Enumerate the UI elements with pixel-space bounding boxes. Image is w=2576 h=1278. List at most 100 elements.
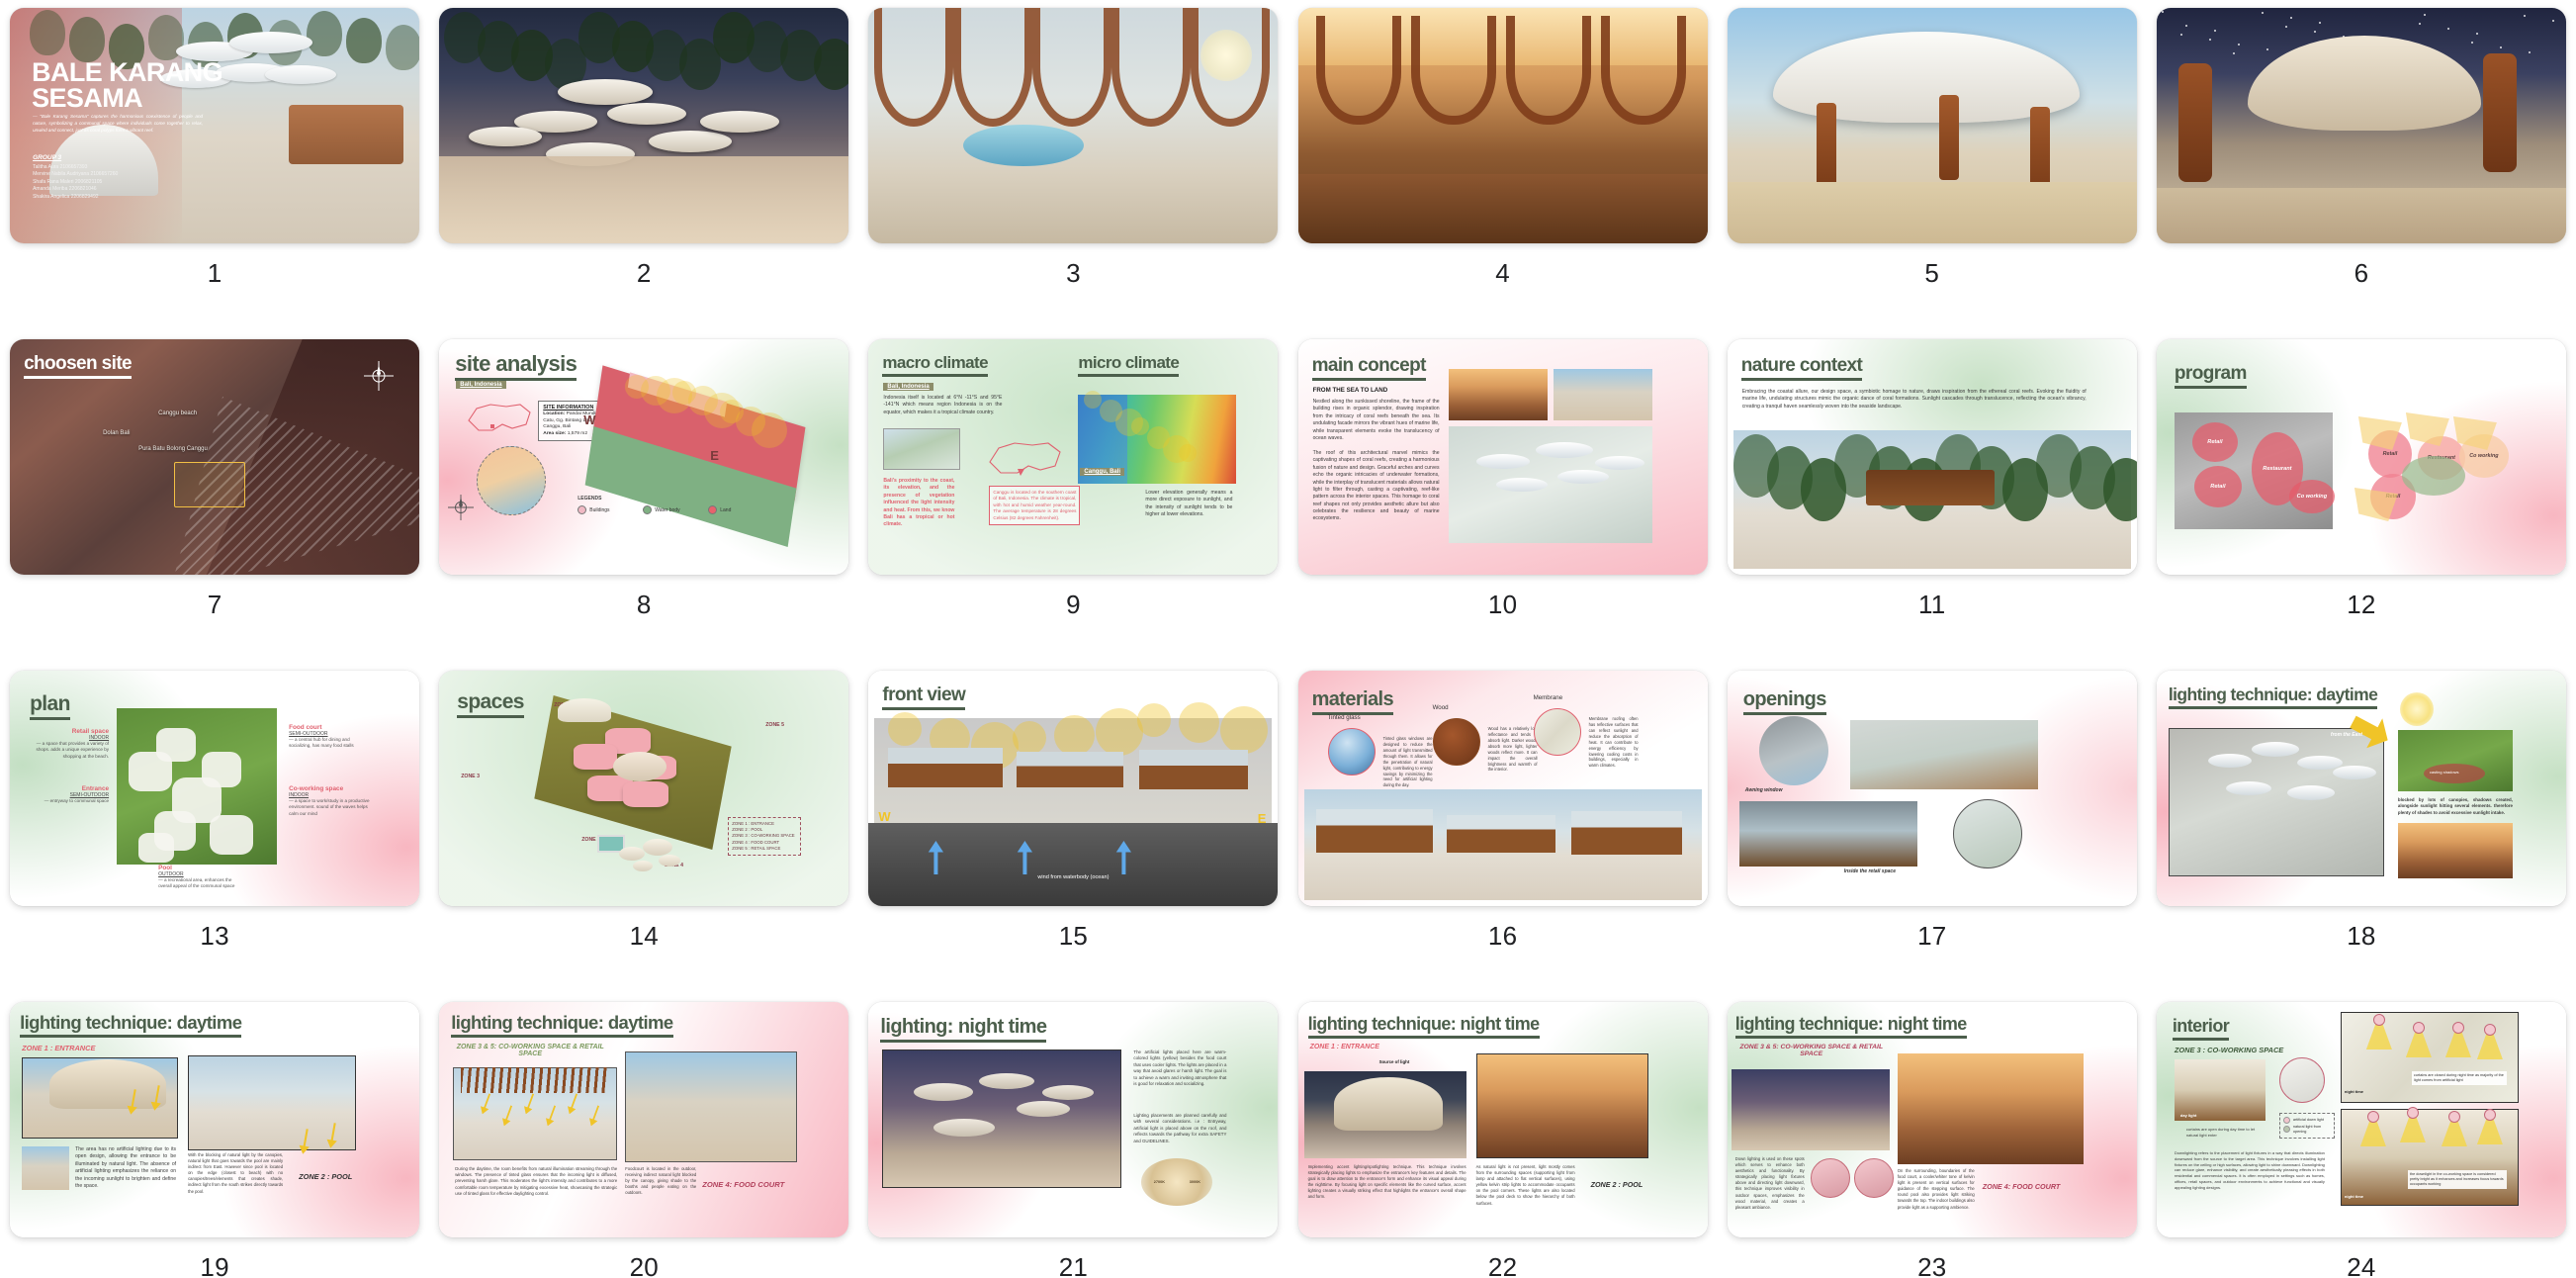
slide-thumbnail-1[interactable]: BALE KARANG SESAMA — "Bale Karang Sesama" … <box>10 8 420 243</box>
slide-thumbnail-7[interactable]: choosen site Canggu beach Dolan Bali Pura B… <box>10 339 420 575</box>
slide-thumbnail-8[interactable]: site analysis Bali, Indonesia SITE INFORMA… <box>439 339 849 575</box>
canopy-ribs <box>461 1067 610 1093</box>
member-name: Shafa Rana Maleri 2006821105 <box>33 178 103 185</box>
slide-thumbnail-5[interactable] <box>1727 8 2137 243</box>
slide-cell-15: front view W Ewind from waterbody (ocean) 1… <box>858 671 1288 1002</box>
slide-thumb-surface[interactable]: interior ZONE 3 : CO-WORKING SPACE day lig… <box>2156 1002 2566 1237</box>
slide-thumb-surface[interactable]: choosen site Canggu beach Dolan Bali Pura B… <box>10 339 420 575</box>
slide-thumb-surface[interactable] <box>868 8 1279 243</box>
slide-content: interior ZONE 3 : CO-WORKING SPACE day lig… <box>2156 1002 2566 1237</box>
slide-title: plan <box>30 692 70 720</box>
roof-disc <box>2286 785 2335 800</box>
climate-note-box: Canggu is located on the southern coast … <box>989 486 1081 526</box>
interior-legend-swatch <box>2282 1126 2290 1134</box>
star <box>2551 20 2554 22</box>
roof-disc <box>229 32 313 53</box>
slide-thumbnail-19[interactable]: lighting technique: daytime ZONE 1 : ENTR… <box>10 1002 420 1237</box>
slide-thumbnail-16[interactable]: materials Tinted glass Tinted glass window… <box>1297 671 1708 906</box>
slide-thumbnail-6[interactable] <box>2156 8 2566 243</box>
interior-detail-circle <box>2278 1057 2325 1103</box>
deck <box>1297 174 1708 243</box>
slide-thumb-surface[interactable]: front view W Ewind from waterbody (ocean) <box>868 671 1279 906</box>
program-bubble: Co working <box>2288 480 2335 513</box>
lightday3-para-1: During the daytime, the room benefits fr… <box>455 1166 618 1196</box>
site-boundary <box>174 462 246 507</box>
roof-disc <box>558 79 654 105</box>
slide-cell-13: plan Retail space INDOOR — a space that pro… <box>0 671 429 1002</box>
slide-thumb-surface[interactable]: program Retail Retail Restaurant Co working R… <box>2156 339 2566 575</box>
slide-thumb-surface[interactable]: plan Retail space INDOOR — a space that pro… <box>10 671 420 906</box>
slide-thumbnail-24[interactable]: interior ZONE 3 : CO-WORKING SPACE day lig… <box>2156 1002 2566 1237</box>
zone-35-head: ZONE 3 & 5: CO-WORKING SPACE & RETAIL SP… <box>1739 1044 1884 1057</box>
slide-thumbnail-17[interactable]: openings Awning window Inside the retail s… <box>1727 671 2137 906</box>
slide-thumb-surface[interactable]: macro climate micro climate Bali, Indonesi… <box>868 339 1279 575</box>
frontview-building <box>1017 752 1124 787</box>
slide-thumbnail-18[interactable]: lighting technique: daytime from the East… <box>2156 671 2566 906</box>
roof-disc <box>2207 754 2252 768</box>
slide-thumbnail-11[interactable]: nature context Embracing the coastal allu… <box>1727 339 2137 575</box>
slide-thumbnail-4[interactable] <box>1297 8 1708 243</box>
slide-thumb-surface[interactable]: lighting technique: daytime ZONE 3 & 5: C… <box>439 1002 849 1237</box>
slide-thumb-surface[interactable]: lighting technique: night time ZONE 1 : E… <box>1297 1002 1708 1237</box>
slide-title: openings <box>1742 688 1826 715</box>
slide-number-18: 18 <box>2347 921 2376 951</box>
spaces-canopy <box>619 847 646 861</box>
slide-thumbnail-12[interactable]: program Retail Retail Restaurant Co working R… <box>2156 339 2566 575</box>
slide-thumb-surface[interactable]: site analysis Bali, Indonesia SITE INFORMA… <box>439 339 849 575</box>
roof-disc <box>469 127 543 146</box>
cover-subtitle: — "Bale Karang Sesama" captures the harm… <box>33 114 204 133</box>
slide-thumb-surface[interactable] <box>439 8 849 243</box>
slide-thumb-surface[interactable] <box>2156 8 2566 243</box>
slide-thumb-surface[interactable]: lighting: night time The artificial light… <box>868 1002 1279 1237</box>
lightday2-para-1: The area has no artificial lighting due … <box>75 1146 177 1189</box>
plan-annotation-desc: — a recreational area, enhances the over… <box>158 877 235 889</box>
slide-cell-16: materials Tinted glass Tinted glass window… <box>1288 671 1717 1002</box>
openings-detail-circle-2 <box>1952 799 2022 868</box>
interior-photo-day <box>2174 1059 2265 1121</box>
slide-thumb-surface[interactable]: lighting technique: night time ZONE 3 & 5… <box>1727 1002 2137 1237</box>
lightnight3-detail-circle <box>1810 1158 1850 1198</box>
slide-thumbnail-9[interactable]: macro climate micro climate Bali, Indonesi… <box>868 339 1279 575</box>
slide-thumbnail-14[interactable]: spacesZONE 1ZONE 2ZONE 3ZONE 4ZONE 5ZONE… <box>439 671 849 906</box>
slide-thumbnail-3[interactable] <box>868 8 1279 243</box>
slide-cell-1: BALE KARANG SESAMA — "Bale Karang Sesama" … <box>0 8 429 339</box>
slide-thumb-surface[interactable]: openings Awning window Inside the retail s… <box>1727 671 2137 906</box>
slide-number-16: 16 <box>1487 921 1518 951</box>
plan-annotation-name: Co-working space <box>289 785 344 792</box>
slide-thumb-surface[interactable]: lighting technique: daytime from the East… <box>2156 671 2566 906</box>
slide-thumb-surface[interactable]: BALE KARANG SESAMA — "Bale Karang Sesama" … <box>10 8 420 243</box>
slide-content: site analysis Bali, Indonesia SITE INFORMA… <box>439 339 849 575</box>
slide-thumb-surface[interactable]: lighting technique: daytime ZONE 1 : ENTR… <box>10 1002 420 1237</box>
slide-thumbnail-2[interactable] <box>439 8 849 243</box>
slide-thumbnail-20[interactable]: lighting technique: daytime ZONE 3 & 5: C… <box>439 1002 849 1237</box>
slide-thumb-surface[interactable]: spacesZONE 1ZONE 2ZONE 3ZONE 4ZONE 5ZONE… <box>439 671 849 906</box>
frontview-ground <box>868 823 1279 906</box>
slide-cell-10: main concept FROM THE SEA TO LAND Nestled … <box>1288 339 1717 671</box>
slide-thumb-surface[interactable]: materials Tinted glass Tinted glass window… <box>1297 671 1708 906</box>
slide-cell-4: 4 <box>1288 8 1717 339</box>
slide-thumbnail-22[interactable]: lighting technique: night time ZONE 1 : E… <box>1297 1002 1708 1237</box>
slide-thumb-surface[interactable]: nature context Embracing the coastal allu… <box>1727 339 2137 575</box>
plan-mass <box>210 815 254 855</box>
slide-thumbnail-23[interactable]: lighting technique: night time ZONE 3 & 5… <box>1727 1002 2137 1237</box>
slide-title: choosen site <box>24 353 133 379</box>
slide-thumbnail-21[interactable]: lighting: night time The artificial light… <box>868 1002 1279 1237</box>
bali-outline <box>465 399 534 442</box>
slide-thumbnail-15[interactable]: front view W Ewind from waterbody (ocean) <box>868 671 1279 906</box>
slide-thumbnail-13[interactable]: plan Retail space INDOOR — a space that pro… <box>10 671 420 906</box>
legend-item: Buildings <box>577 505 610 514</box>
zone-2-label: ZONE 2 : POOL <box>299 1172 353 1181</box>
slide-thumb-surface[interactable] <box>1727 8 2137 243</box>
slide-content: materials Tinted glass Tinted glass window… <box>1297 671 1708 906</box>
slide-thumb-surface[interactable]: main concept FROM THE SEA TO LAND Nestled … <box>1297 339 1708 575</box>
slide-thumbnail-10[interactable]: main concept FROM THE SEA TO LAND Nestled … <box>1297 339 1708 575</box>
star <box>2418 23 2421 25</box>
star <box>2265 48 2268 50</box>
star <box>2423 14 2426 16</box>
plan-annotation: Retail space INDOOR — a space that provide… <box>28 728 110 760</box>
lightday1-photo <box>2397 823 2513 878</box>
slide-thumb-surface[interactable] <box>1297 8 1708 243</box>
lightday2-para-2: With the blocking of natural light by th… <box>188 1152 284 1194</box>
slide-content: lighting technique: night time ZONE 3 & 5… <box>1727 1002 2137 1237</box>
roof-disc <box>1556 470 1609 484</box>
